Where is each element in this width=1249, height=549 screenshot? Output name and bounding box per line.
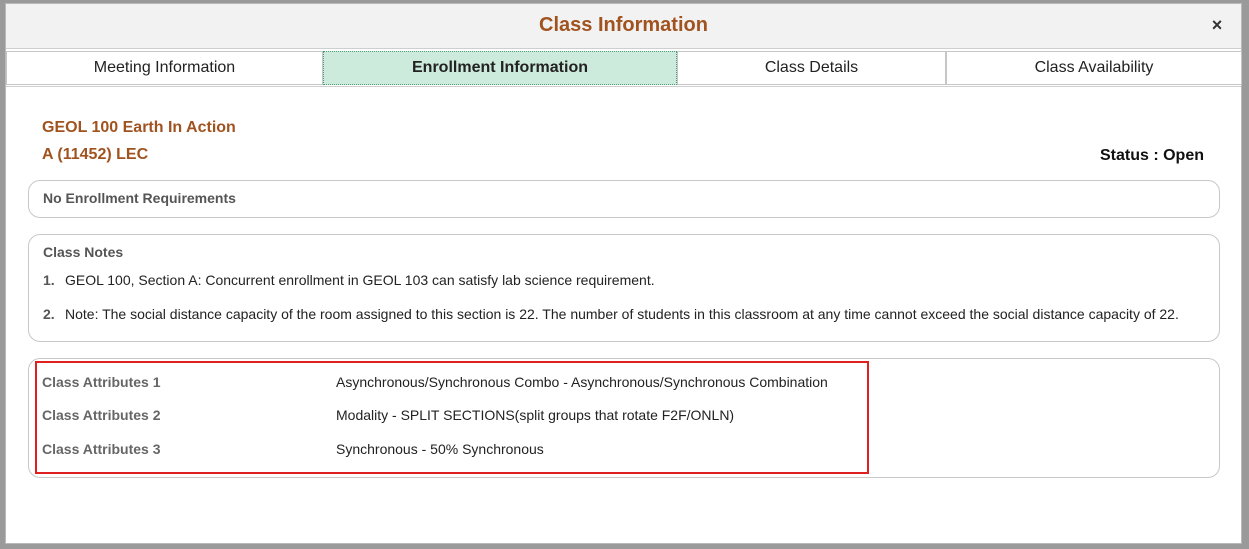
class-attribute-label-1: Class Attributes 1 (42, 374, 161, 390)
class-attribute-value-1: Asynchronous/Synchronous Combo - Asynchr… (336, 374, 828, 390)
class-notes-box: Class Notes 1. GEOL 100, Section A: Concu… (28, 234, 1220, 342)
class-notes-heading: Class Notes (43, 244, 124, 260)
tab-meeting-information[interactable]: Meeting Information (6, 51, 323, 85)
close-icon[interactable]: × (1207, 14, 1227, 36)
modal-header: Class Information × (6, 4, 1241, 49)
course-title: GEOL 100 Earth In Action (42, 119, 236, 136)
class-attribute-label-2: Class Attributes 2 (42, 407, 161, 423)
tab-enrollment-information[interactable]: Enrollment Information (323, 51, 677, 85)
status-label: Status : Open (1099, 147, 1204, 164)
class-note-item: 1. GEOL 100, Section A: Concurrent enroll… (43, 272, 655, 288)
note-number: 2. (43, 306, 55, 322)
enrollment-requirements-box: No Enrollment Requirements (28, 180, 1220, 218)
section-title: A (11452) LEC (42, 146, 149, 163)
class-attribute-label-3: Class Attributes 3 (42, 441, 161, 457)
class-note-item: 2. Note: The social distance capacity of … (43, 306, 1179, 322)
class-attribute-value-2: Modality - SPLIT SECTIONS(split groups t… (336, 407, 735, 423)
tab-bar: Meeting Information Enrollment Informati… (6, 49, 1242, 87)
tab-class-details[interactable]: Class Details (677, 51, 946, 85)
class-attribute-value-3: Synchronous - 50% Synchronous (336, 441, 544, 457)
modal-title: Class Information (539, 14, 708, 36)
tab-class-availability[interactable]: Class Availability (946, 51, 1242, 85)
class-information-modal: Class Information × Meeting Information … (5, 3, 1242, 544)
note-text: Note: The social distance capacity of th… (65, 306, 1179, 322)
note-text: GEOL 100, Section A: Concurrent enrollme… (65, 272, 655, 288)
note-number: 1. (43, 272, 55, 288)
requirements-text: No Enrollment Requirements (43, 190, 236, 206)
